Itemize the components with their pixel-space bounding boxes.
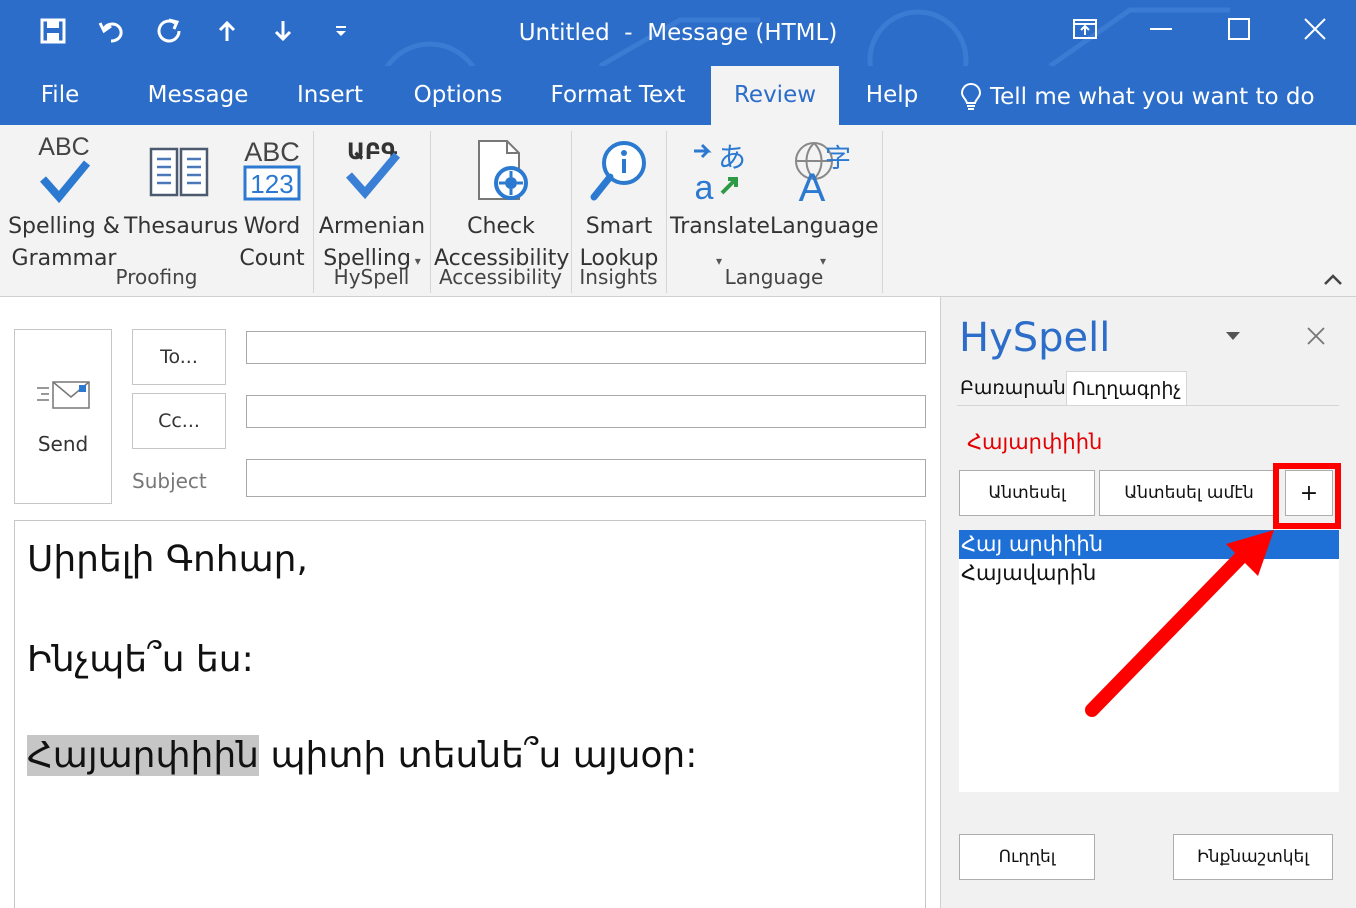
group-label-proofing: Proofing	[115, 265, 198, 289]
body-line-sentence: Հայարփիին պիտի տեսնե՞ս այսօր:	[27, 735, 697, 776]
group-label-language: Language	[724, 265, 824, 289]
smart-lookup-button[interactable]: Smart Lookup	[574, 129, 664, 275]
tab-message[interactable]: Message	[134, 66, 262, 125]
translate-button[interactable]: あ a Translate ▾	[670, 129, 770, 277]
svg-text:あ: あ	[718, 141, 746, 174]
thesaurus-label: Thesaurus	[124, 214, 239, 239]
language-icon: 字 A	[795, 142, 851, 203]
correct-button[interactable]: Ուղղել	[959, 834, 1095, 880]
word-count-button[interactable]: ABC 123 Word Count	[236, 129, 308, 275]
svg-text:a: a	[695, 169, 714, 203]
lightbulb-icon	[960, 82, 982, 110]
to-button[interactable]: To...	[132, 329, 226, 385]
group-label-hyspell: HySpell	[333, 265, 410, 289]
ignore-button[interactable]: Անտեսել	[959, 470, 1095, 516]
ribbon-display-options-icon[interactable]	[1068, 14, 1102, 44]
maximize-icon[interactable]	[1222, 14, 1256, 44]
tab-insert[interactable]: Insert	[286, 66, 374, 125]
tab-help[interactable]: Help	[856, 66, 928, 125]
group-label-accessibility: Accessibility	[438, 265, 563, 289]
body-line-question: Ինչպե՞ս ես:	[27, 639, 254, 680]
armenian-spelling-button[interactable]: ԱԲԳ Armenian Spelling ▾	[316, 129, 428, 277]
ribbon-review: ABC Spelling & Grammar Thesaurus ABC 123…	[0, 125, 1356, 297]
ribbon-tab-bar: File Message Insert Options Format Text …	[0, 66, 1356, 125]
abc-glyph: ABC	[38, 133, 89, 161]
word-count-icon: ABC 123	[243, 137, 301, 201]
language-text: Language	[770, 214, 879, 239]
cc-field[interactable]	[246, 395, 926, 428]
translate-text: Translate	[670, 214, 770, 239]
misspelled-word-highlight[interactable]: Հայարփիին	[27, 735, 259, 776]
svg-text:A: A	[799, 166, 826, 203]
tab-file[interactable]: File	[18, 66, 102, 125]
subject-field[interactable]	[246, 459, 926, 497]
armenian-spelling-text: Armenian Spelling	[318, 214, 426, 271]
tab-options[interactable]: Options	[402, 66, 514, 125]
spelling-check-icon: ABC	[38, 133, 91, 204]
tab-review[interactable]: Review	[711, 66, 839, 125]
accessibility-icon	[478, 140, 528, 200]
tab-spellchecker[interactable]: Ուղղագրիչ	[1066, 371, 1188, 405]
subject-label: Subject	[132, 469, 207, 493]
send-button[interactable]: Send	[14, 329, 112, 504]
tell-me-text: Tell me what you want to do	[990, 84, 1315, 110]
compose-area: Send To... Cc... Subject Սիրելի Գոհար, Ի…	[0, 297, 940, 908]
group-separator	[882, 131, 883, 293]
misspelled-word: Հայարփիին	[967, 430, 1103, 454]
pane-close-icon[interactable]	[1305, 325, 1327, 347]
message-body[interactable]: Սիրելի Գոհար, Ինչպե՞ս ես: Հայարփիին պիտի…	[14, 520, 926, 908]
body-line-greeting: Սիրելի Գոհար,	[27, 539, 308, 580]
pane-options-icon[interactable]	[1225, 331, 1241, 341]
check-accessibility-button[interactable]: Check Accessibility	[434, 129, 569, 275]
autocorrect-button[interactable]: Ինքնաշտկել	[1173, 834, 1333, 880]
digits-glyph: 123	[250, 169, 293, 199]
send-envelope-icon	[37, 381, 90, 409]
language-button[interactable]: 字 A Language ▾	[770, 129, 879, 277]
ignore-all-button[interactable]: Անտեսել ամէն	[1099, 470, 1279, 516]
list-item[interactable]: Հայ արփիին	[959, 530, 1339, 559]
hyspell-task-pane: HySpell Բառարան Ուղղագրիչ Հայարփիին Անտե…	[940, 297, 1356, 908]
spelling-grammar-button[interactable]: ABC Spelling & Grammar	[4, 129, 124, 275]
collapse-ribbon-icon[interactable]	[1322, 271, 1344, 287]
svg-text:字: 字	[825, 144, 851, 174]
armenian-spelling-icon: ԱԲԳ	[346, 140, 401, 200]
group-label-insights: Insights	[579, 265, 658, 289]
tab-format-text[interactable]: Format Text	[542, 66, 694, 125]
smart-lookup-icon	[590, 141, 646, 201]
cc-button[interactable]: Cc...	[132, 393, 226, 449]
pane-title: HySpell	[959, 315, 1111, 361]
tell-me-search[interactable]: Tell me what you want to do	[960, 80, 1315, 114]
book-icon	[149, 147, 209, 197]
abc-glyph: ABC	[244, 137, 300, 167]
body-line-sentence-rest: պիտի տեսնե՞ս այսօր:	[259, 735, 698, 776]
list-item[interactable]: Հայավարին	[959, 559, 1339, 588]
suggestions-list[interactable]: Հայ արփիին Հայավարին	[959, 530, 1339, 792]
translate-icon: あ a	[694, 141, 746, 203]
close-icon[interactable]	[1298, 14, 1332, 44]
tab-dictionary[interactable]: Բառարան	[955, 371, 1071, 405]
thesaurus-button[interactable]: Thesaurus	[124, 129, 239, 243]
annotation-highlight-box	[1273, 463, 1341, 529]
minimize-icon[interactable]	[1144, 14, 1178, 44]
title-bar: Untitled - Message (HTML)	[0, 0, 1356, 66]
to-field[interactable]	[246, 331, 926, 364]
send-label: Send	[37, 432, 89, 456]
